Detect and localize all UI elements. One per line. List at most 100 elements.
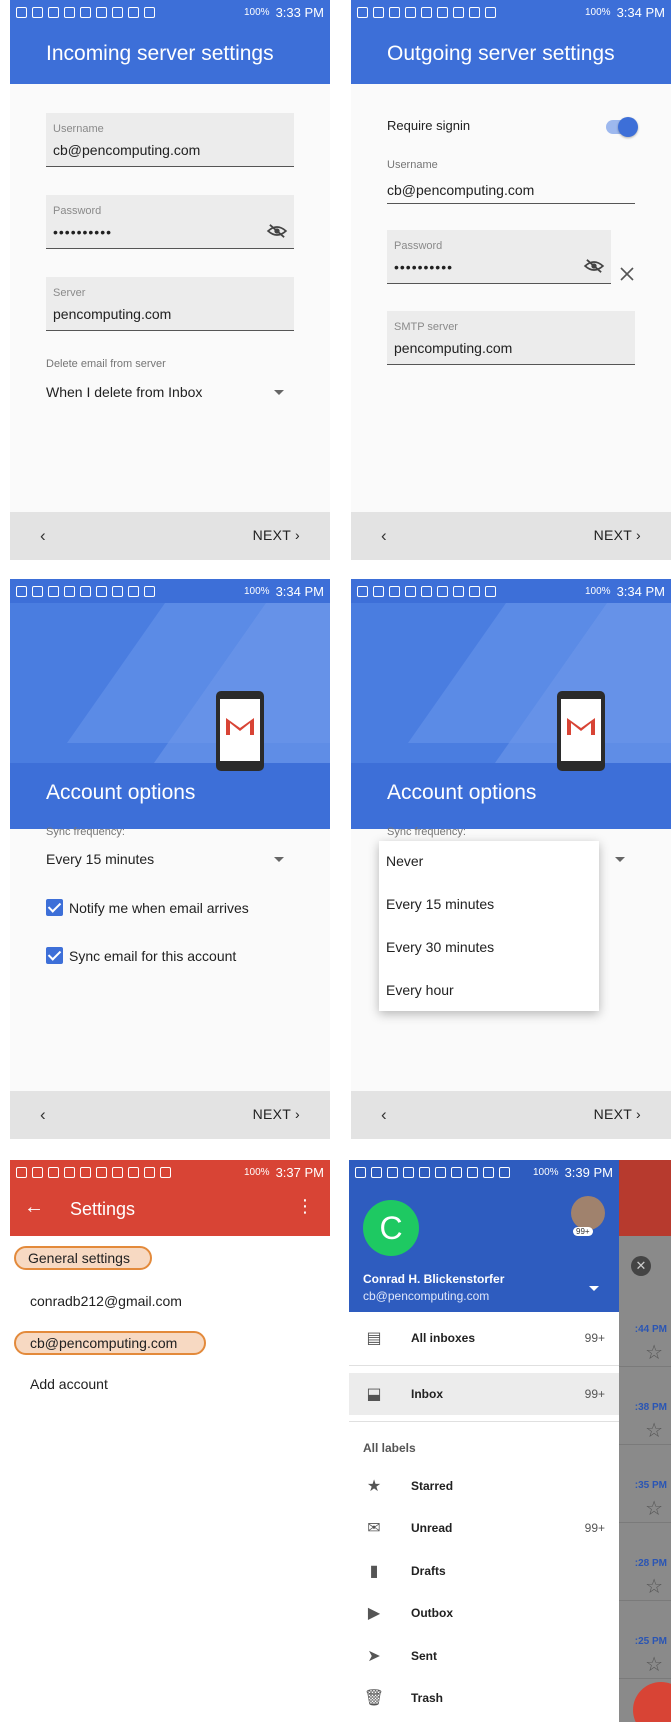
next-button[interactable]: NEXT › <box>253 527 300 543</box>
next-button[interactable]: NEXT › <box>594 527 641 543</box>
account-name: Conrad H. Blickenstorfer <box>363 1272 505 1286</box>
mail-time: :38 PM <box>634 1402 667 1413</box>
status-bar: 100% 3:33 PM <box>10 0 330 24</box>
back-button[interactable]: ‹ <box>381 526 387 546</box>
drawer-item-starred[interactable]: ★ Starred <box>349 1465 619 1507</box>
status-bar: 100% 3:34 PM <box>351 579 671 603</box>
drawer-item-count: 99+ <box>584 1521 605 1535</box>
menu-option-never[interactable]: Never <box>386 853 423 869</box>
username-field[interactable]: Username cb@pencomputing.com <box>46 113 294 167</box>
sync-email-checkbox-row[interactable]: Sync email for this account <box>46 947 236 964</box>
drawer-item-label: All inboxes <box>411 1331 476 1345</box>
delete-email-dropdown[interactable]: When I delete from Inbox <box>46 384 202 400</box>
drawer-item-label: Drafts <box>411 1564 446 1578</box>
star-icon[interactable]: ☆ <box>645 1340 663 1365</box>
title-bar: Incoming server settings <box>10 24 330 84</box>
more-options-icon[interactable]: ⋮ <box>296 1196 314 1217</box>
status-bar: 100% 3:34 PM <box>351 0 671 24</box>
status-bar: 100% 3:37 PM <box>10 1160 330 1184</box>
page-title: Account options <box>46 781 196 804</box>
battery-level: 100% <box>244 1166 270 1178</box>
status-bar: 100% 3:34 PM <box>10 579 330 603</box>
star-icon[interactable]: ☆ <box>645 1418 663 1443</box>
password-value: •••••••••• <box>394 259 454 275</box>
add-account-item[interactable]: Add account <box>30 1376 108 1392</box>
mail-time: :35 PM <box>634 1480 667 1491</box>
gmail-account-item[interactable]: conradb212@gmail.com <box>30 1293 182 1309</box>
star-icon[interactable]: ☆ <box>645 1652 663 1677</box>
dropdown-arrow-icon[interactable] <box>274 390 284 395</box>
drawer-item-outbox[interactable]: ▶ Outbox <box>349 1592 619 1634</box>
back-button[interactable]: ‹ <box>381 1105 387 1125</box>
drawer-item-all-inboxes[interactable]: ▤ All inboxes 99+ <box>349 1317 619 1359</box>
back-button[interactable]: ‹ <box>40 1105 46 1125</box>
visibility-off-icon[interactable] <box>583 258 605 274</box>
sync-frequency-menu: Never Every 15 minutes Every 30 minutes … <box>379 841 599 1011</box>
drawer-item-label: Unread <box>411 1521 453 1535</box>
compose-button[interactable] <box>633 1682 671 1722</box>
battery-level: 100% <box>585 6 611 18</box>
status-bar: 100% 3:39 PM <box>349 1160 619 1184</box>
drawer-item-drafts[interactable]: ▮ Drafts <box>349 1550 619 1592</box>
close-icon[interactable]: ✕ <box>631 1256 651 1276</box>
drawer-item-sent[interactable]: ➤ Sent <box>349 1635 619 1677</box>
require-signin-toggle[interactable] <box>606 117 638 137</box>
all-inboxes-icon: ▤ <box>366 1330 382 1347</box>
general-settings-item[interactable]: General settings <box>28 1250 130 1266</box>
phone-gmail-icon <box>557 691 605 771</box>
star-icon[interactable]: ☆ <box>645 1496 663 1521</box>
menu-option-30-minutes[interactable]: Every 30 minutes <box>386 939 494 955</box>
secondary-avatar[interactable]: 99+ <box>571 1196 605 1236</box>
dropdown-arrow-icon[interactable] <box>274 857 284 862</box>
notify-checkbox[interactable] <box>46 899 63 916</box>
server-field[interactable]: Server pencomputing.com <box>46 277 294 331</box>
unread-icon: ✉ <box>367 1520 381 1537</box>
next-button[interactable]: NEXT › <box>253 1106 300 1122</box>
pencomputing-account-item[interactable]: cb@pencomputing.com <box>30 1335 177 1351</box>
drawer-item-trash[interactable]: 🗑 Trash <box>349 1677 619 1719</box>
drawer-item-count: 99+ <box>584 1331 605 1345</box>
password-label: Password <box>394 240 443 252</box>
account-switcher-icon[interactable] <box>589 1286 599 1291</box>
status-time: 3:34 PM <box>616 583 665 599</box>
title-bar: Outgoing server settings <box>351 24 671 84</box>
menu-option-every-hour[interactable]: Every hour <box>386 982 454 998</box>
bottom-nav: ‹ NEXT › <box>351 1091 671 1139</box>
notify-checkbox-row[interactable]: Notify me when email arrives <box>46 899 249 916</box>
status-time: 3:39 PM <box>564 1164 613 1180</box>
dropdown-arrow-icon[interactable] <box>615 857 625 862</box>
page-title: Outgoing server settings <box>387 42 615 65</box>
username-label: Username <box>53 123 104 135</box>
password-field[interactable]: Password •••••••••• <box>387 230 611 284</box>
header-illustration: Account options <box>351 603 671 829</box>
sync-frequency-dropdown[interactable]: Every 15 minutes <box>46 851 154 867</box>
smtp-server-field[interactable]: SMTP server pencomputing.com <box>387 311 635 365</box>
username-field[interactable]: cb@pencomputing.com <box>387 182 635 204</box>
sync-frequency-label: Sync frequency: <box>387 826 466 838</box>
drawer-item-unread[interactable]: ✉ Unread 99+ <box>349 1507 619 1549</box>
visibility-off-icon[interactable] <box>266 223 288 239</box>
drawer-item-inbox[interactable]: ⬓ Inbox 99+ <box>349 1373 619 1415</box>
app-bar: ← Settings ⋮ <box>10 1184 330 1236</box>
status-time: 3:34 PM <box>275 583 324 599</box>
back-button[interactable]: ‹ <box>40 526 46 546</box>
password-field[interactable]: Password •••••••••• <box>46 195 294 249</box>
account-options-dropdown-screen: 100% 3:34 PM Account options Sync freque… <box>351 579 671 1139</box>
sync-email-checkbox[interactable] <box>46 947 63 964</box>
clear-icon[interactable] <box>619 266 635 282</box>
avatar[interactable]: C <box>363 1200 419 1256</box>
menu-option-15-minutes[interactable]: Every 15 minutes <box>386 896 494 912</box>
page-title: Incoming server settings <box>46 42 274 65</box>
back-arrow-icon[interactable]: ← <box>24 1196 44 1219</box>
next-button[interactable]: NEXT › <box>594 1106 641 1122</box>
drawer-item-label: Starred <box>411 1479 454 1493</box>
star-icon[interactable]: ☆ <box>645 1574 663 1599</box>
notification-icons <box>16 585 244 597</box>
drawer: 100% 3:39 PM C 99+ Conrad H. Blickenstor… <box>349 1160 619 1722</box>
mail-time: :28 PM <box>634 1558 667 1569</box>
drawer-item-label: Sent <box>411 1649 438 1663</box>
battery-level: 100% <box>585 585 611 597</box>
send-icon: ➤ <box>367 1648 381 1665</box>
notification-icons <box>357 6 585 18</box>
bottom-nav: ‹ NEXT › <box>10 1091 330 1139</box>
